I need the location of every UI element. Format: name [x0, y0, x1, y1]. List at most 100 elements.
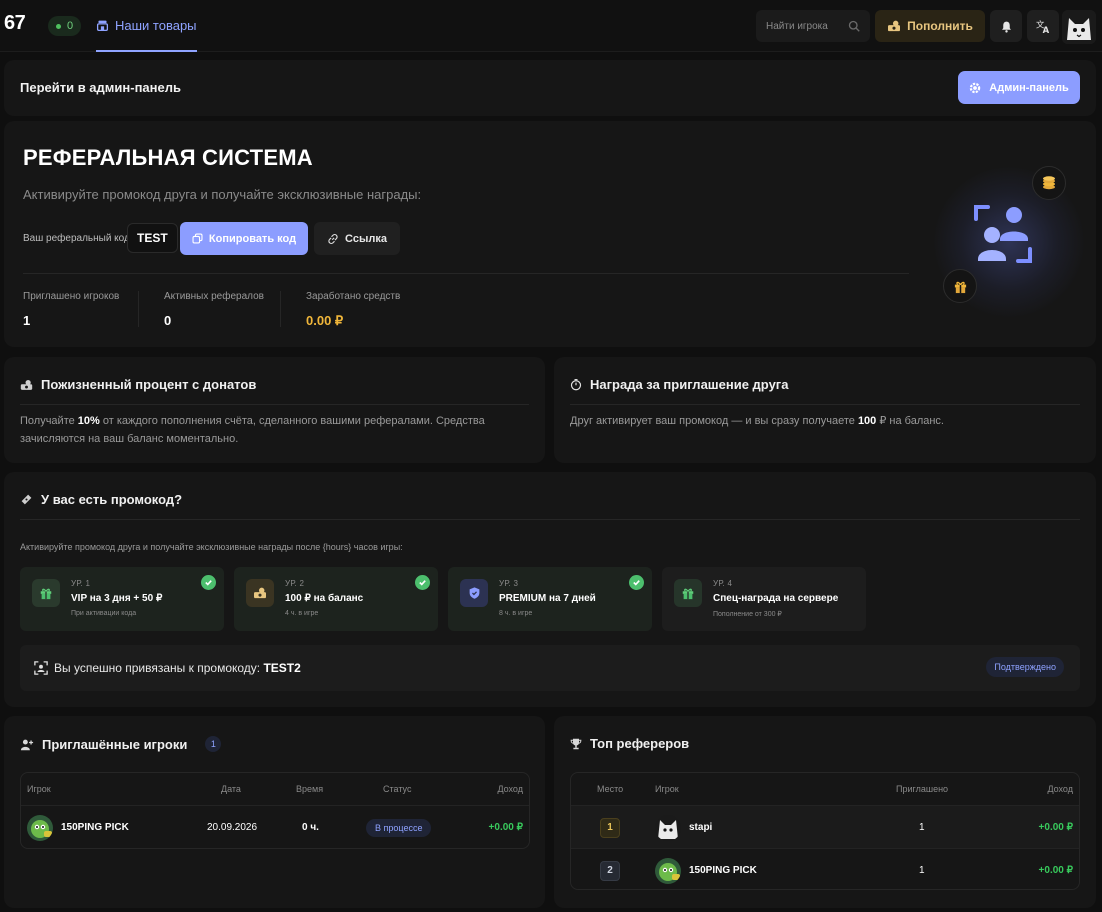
- user-scan-icon: [34, 661, 48, 675]
- notifications-button[interactable]: [990, 10, 1022, 42]
- player-cell: 150PING PICK: [655, 849, 757, 889]
- trophy-icon: [570, 738, 582, 749]
- search-icon: [848, 20, 860, 32]
- admin-panel-title: Перейти в админ-панель: [20, 80, 181, 95]
- invited-title: Приглашённые игроки: [42, 736, 188, 752]
- link-icon: [328, 233, 338, 244]
- referral-title: РЕФЕРАЛЬНАЯ СИСТЕМА: [23, 145, 313, 170]
- referral-divider: [23, 273, 909, 274]
- store-icon: [96, 20, 109, 31]
- player-cell: 150PING PICK: [27, 806, 129, 848]
- income-cell: +0.00 ₽: [488, 822, 523, 833]
- money-icon: [888, 20, 901, 32]
- level-number: УР. 4: [713, 579, 733, 588]
- translate-icon: 文A: [1036, 19, 1050, 34]
- column-header: Игрок: [655, 784, 679, 794]
- site-logo[interactable]: 67: [4, 12, 26, 35]
- coins-badge: [1032, 166, 1066, 200]
- stat-active-value: 0: [164, 313, 172, 328]
- table-row[interactable]: 2 150PING PICK 1 +0.00 ₽: [571, 848, 1079, 889]
- online-counter: 0: [48, 16, 82, 36]
- player-cell: stapi: [655, 806, 712, 849]
- level-number: УР. 2: [285, 579, 305, 588]
- stat-earned-label: Заработано средств: [306, 291, 401, 302]
- promo-code-card: У вас есть промокод? Активируйте промоко…: [4, 472, 1096, 707]
- money-icon: [20, 379, 33, 390]
- level-number: УР. 3: [499, 579, 519, 588]
- users-illustration-icon: [974, 205, 1032, 263]
- stat-invited-value: 1: [23, 313, 31, 328]
- shield-icon: [469, 587, 479, 599]
- nav-tab-label: Наши товары: [115, 17, 197, 33]
- level-condition: При активации кода: [71, 610, 137, 617]
- invite-highlight: 100: [857, 415, 877, 427]
- level-icon-box: [460, 579, 488, 607]
- table-row[interactable]: 1 stapi 1 +0.00 ₽: [571, 805, 1079, 848]
- date-cell: 20.09.2026: [207, 822, 258, 833]
- invited-cell: 1: [919, 865, 925, 876]
- level-condition: Пополнение от 300 ₽: [713, 611, 782, 618]
- player-search[interactable]: [756, 10, 870, 42]
- check-icon: [629, 575, 644, 590]
- user-avatar[interactable]: [1062, 10, 1096, 44]
- stat-separator: [280, 291, 281, 327]
- referral-code: TEST: [127, 223, 178, 253]
- stat-invited-label: Приглашено игроков: [23, 291, 120, 302]
- level-reward: PREMIUM на 7 дней: [499, 593, 596, 604]
- check-icon: [201, 575, 216, 590]
- invite-reward-title-row: Награда за приглашение друга: [570, 377, 788, 392]
- add-user-icon: [20, 739, 34, 750]
- admin-panel-button[interactable]: Админ-панель: [958, 71, 1080, 104]
- stat-earned-value: 0.00 ₽: [306, 313, 344, 328]
- language-button[interactable]: 文A: [1027, 10, 1059, 42]
- column-header: Статус: [383, 784, 412, 794]
- player-avatar: [655, 857, 681, 884]
- topup-button[interactable]: Пополнить: [875, 10, 985, 42]
- gift-icon: [682, 588, 694, 600]
- promo-bound-banner: Вы успешно привязаны к промокоду: TEST2 …: [20, 645, 1080, 691]
- top-referrers-card: Топ рефереров Место Игрок Приглашено Дох…: [554, 716, 1096, 908]
- referral-subtitle: Активируйте промокод друга и получайте э…: [23, 187, 422, 202]
- income-cell: +0.00 ₽: [1038, 822, 1073, 833]
- coins-icon: [1043, 176, 1055, 190]
- referral-link-label: Ссылка: [345, 232, 387, 245]
- referral-code-label: Ваш реферальный код:: [23, 233, 133, 244]
- table-row[interactable]: 150PING PICK 20.09.2026 0 ч. В процессе …: [21, 805, 529, 848]
- place-cell: 2: [600, 849, 620, 889]
- column-header: Доход: [1047, 784, 1073, 794]
- ticket-icon: [21, 494, 32, 505]
- top-referrers-title: Топ рефереров: [590, 736, 690, 751]
- top-bar: 67 0 Наши товары Пополнить 文A: [0, 0, 1102, 52]
- invited-cell: 1: [919, 822, 925, 833]
- nav-tab-products[interactable]: Наши товары: [96, 0, 197, 52]
- column-header: Дата: [221, 784, 241, 794]
- admin-panel-button-label: Админ-панель: [989, 81, 1069, 94]
- level-icon-box: [674, 579, 702, 607]
- promo-status-badge: Подтверждено: [986, 657, 1064, 677]
- status-badge: В процессе: [366, 818, 432, 837]
- invited-players-card: Приглашённые игроки 1 Игрок Дата Время С…: [4, 716, 545, 908]
- referral-link-button[interactable]: Ссылка: [314, 222, 400, 255]
- promo-bound-text: Вы успешно привязаны к промокоду: TEST2: [54, 661, 301, 675]
- column-header: Приглашено: [896, 784, 949, 794]
- reward-level-4: УР. 4 Спец-награда на сервере Пополнение…: [662, 567, 866, 631]
- level-number: УР. 1: [71, 579, 91, 588]
- lifetime-text-before: Получайте: [20, 415, 78, 427]
- promo-bound-code: TEST2: [263, 661, 301, 675]
- promo-subtitle: Активируйте промокод друга и получайте э…: [20, 542, 403, 552]
- level-reward: VIP на 3 дня + 50 ₽: [71, 593, 163, 604]
- column-header: Игрок: [27, 784, 51, 794]
- promo-bound-label: Вы успешно привязаны к промокоду:: [54, 661, 264, 675]
- invited-count-badge: 1: [205, 736, 222, 752]
- player-name: 150PING PICK: [689, 865, 757, 876]
- copy-code-button[interactable]: Копировать код: [180, 222, 308, 255]
- search-input[interactable]: [766, 20, 840, 32]
- timer-icon: [570, 379, 582, 391]
- invited-title-row: Приглашённые игроки 1: [20, 736, 222, 752]
- promo-title: У вас есть промокод?: [41, 492, 183, 507]
- invite-text-after: ₽ на баланс.: [876, 415, 944, 427]
- column-header: Доход: [497, 784, 523, 794]
- lifetime-highlight: 10%: [77, 415, 100, 427]
- time-cell: 0 ч.: [302, 822, 319, 833]
- gear-icon: [970, 82, 981, 93]
